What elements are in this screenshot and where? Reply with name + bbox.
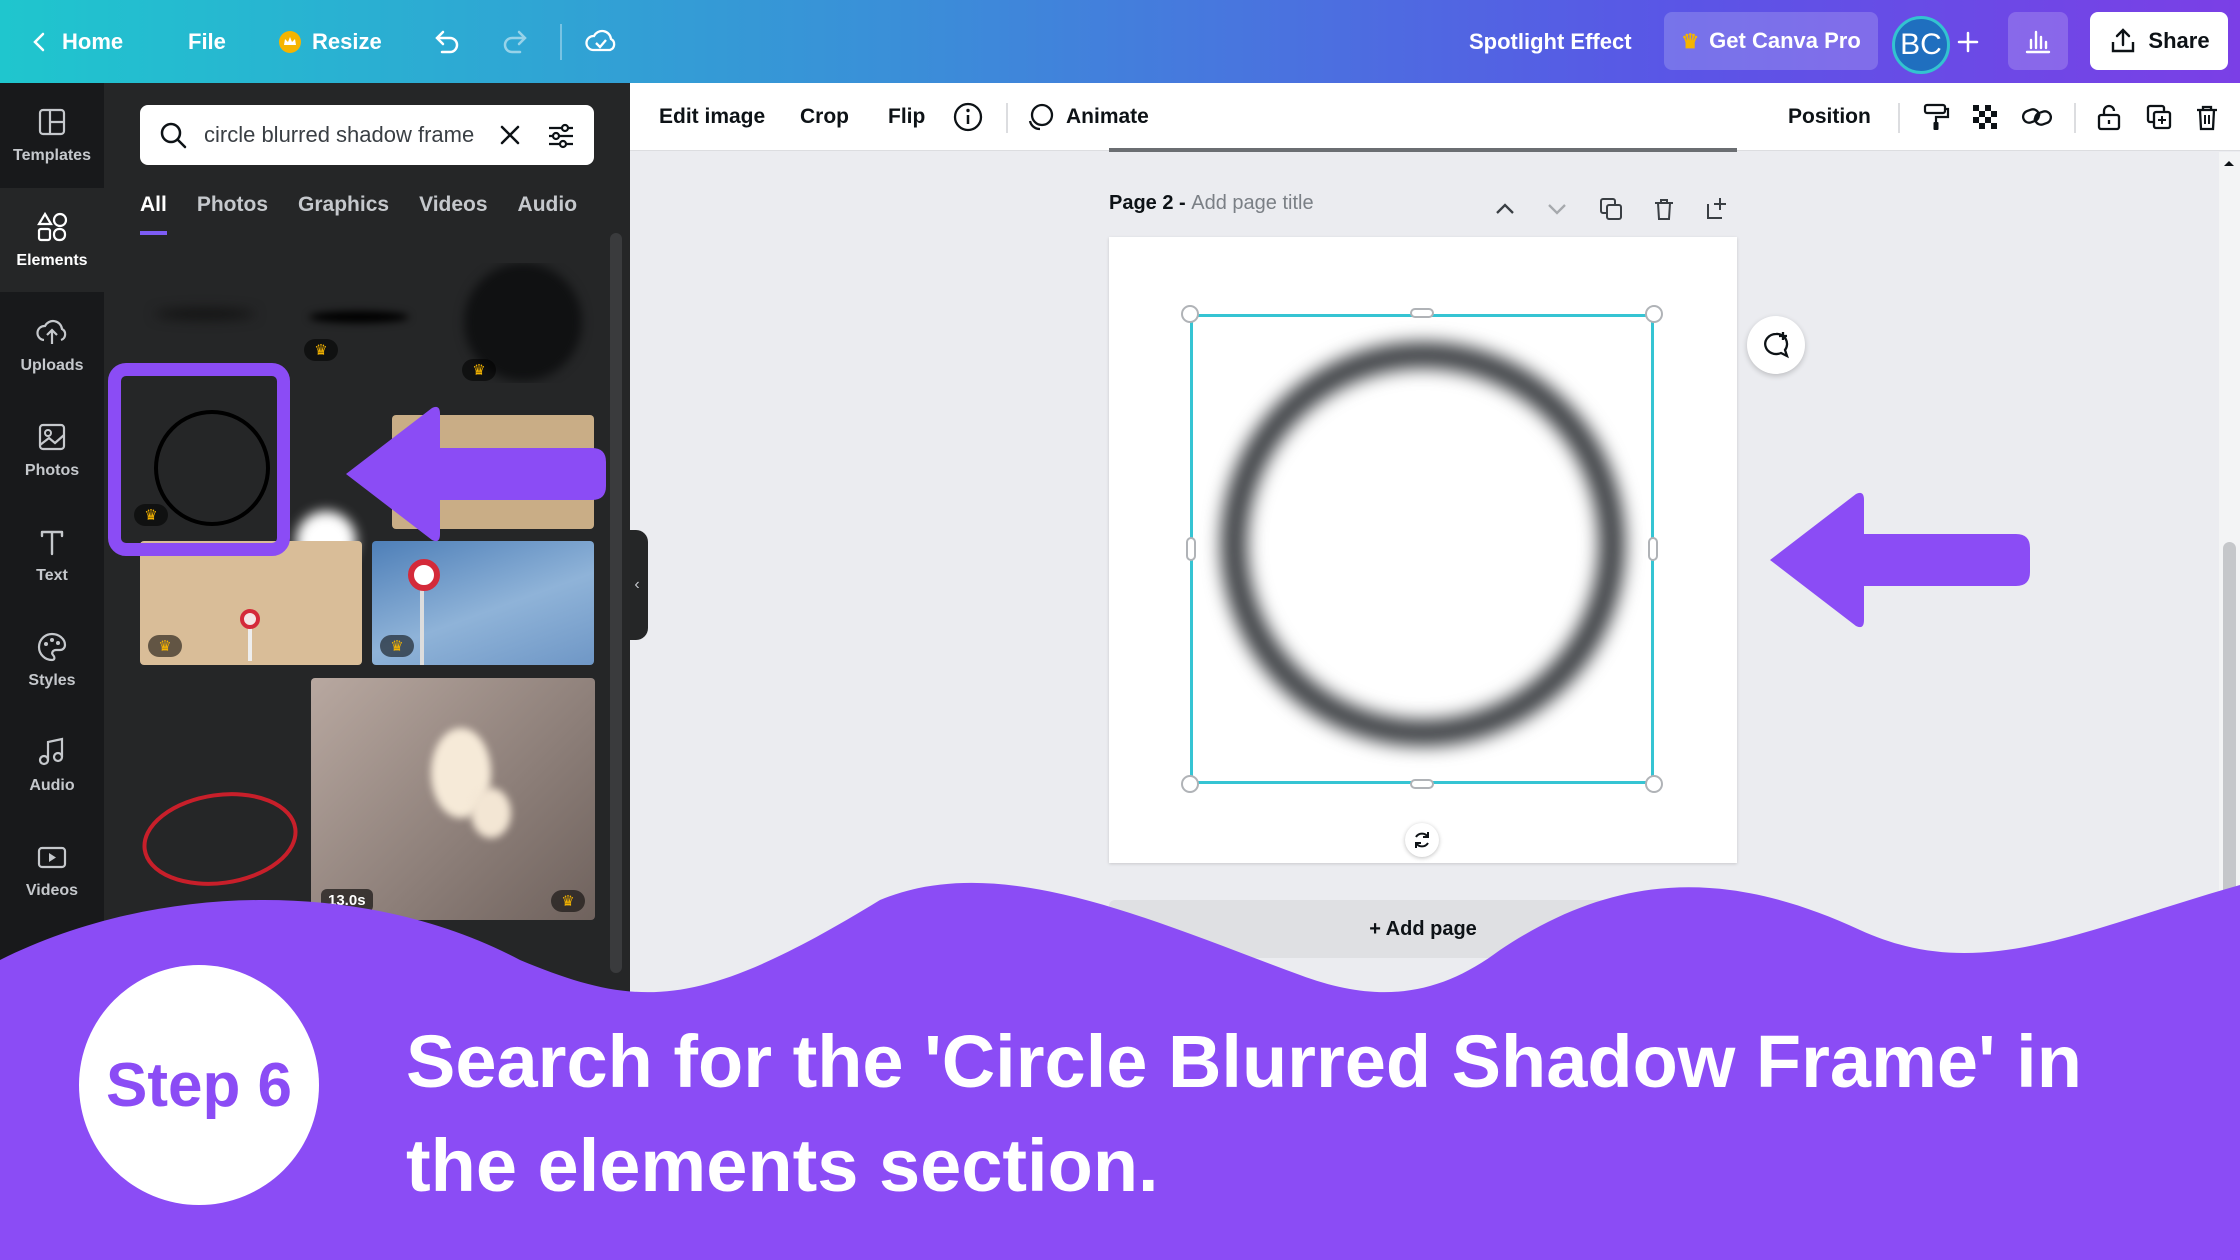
instruction-text: Search for the 'Circle Blurred Shadow Fr… bbox=[406, 1020, 2082, 1207]
step-badge: Step 6 bbox=[79, 965, 319, 1205]
arrow-left-icon bbox=[1770, 492, 2030, 628]
arrow-left-icon bbox=[346, 406, 606, 542]
highlight-box bbox=[108, 363, 290, 556]
